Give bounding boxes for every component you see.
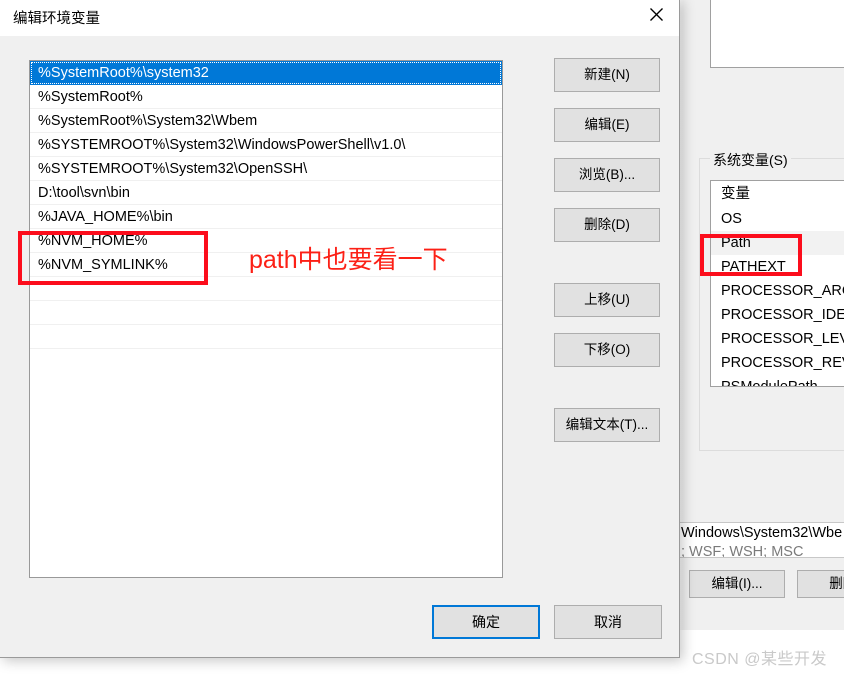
delete-button[interactable]: 删除(D) xyxy=(554,208,660,242)
edit-button[interactable]: 编辑(E) xyxy=(554,108,660,142)
path-entry-row[interactable]: D:\tool\svn\bin xyxy=(30,181,502,205)
path-entry-row[interactable]: %SystemRoot%\system32 xyxy=(30,61,502,85)
system-var-row-pathext[interactable]: PATHEXT xyxy=(711,255,844,279)
edit-environment-variable-dialog: 编辑环境变量 %SystemRoot%\system32 %SystemRoot… xyxy=(0,0,680,658)
screenshot-root: TEMP TMP 系统变量(S) 变量 OS Path PATHEXT PROC… xyxy=(0,0,844,675)
user-variables-listbox[interactable]: TEMP TMP xyxy=(710,0,844,68)
system-var-row-processor-revision[interactable]: PROCESSOR_REVI xyxy=(711,351,844,375)
background-env-vars-window: TEMP TMP 系统变量(S) 变量 OS Path PATHEXT PROC… xyxy=(676,0,844,630)
value-line-primary: Windows\System32\Wbe xyxy=(681,525,843,541)
path-entry-row[interactable]: %SYSTEMROOT%\System32\WindowsPowerShell\… xyxy=(30,133,502,157)
system-var-row-processor-arch[interactable]: PROCESSOR_ARC xyxy=(711,279,844,303)
background-value-preview: Windows\System32\Wbe ; WSF; WSH; MSC xyxy=(677,522,844,558)
close-icon[interactable] xyxy=(633,0,679,30)
new-button[interactable]: 新建(N) xyxy=(554,58,660,92)
edit-text-button[interactable]: 编辑文本(T)... xyxy=(554,408,660,442)
dialog-titlebar: 编辑环境变量 xyxy=(0,0,679,36)
edit-text-button-label: 编辑文本(T)... xyxy=(565,417,649,432)
move-down-button-label: 下移(O) xyxy=(583,342,631,357)
system-var-row-path[interactable]: Path xyxy=(711,231,844,255)
path-entry-row[interactable]: %SystemRoot%\System32\Wbem xyxy=(30,109,502,133)
system-variables-listbox[interactable]: 变量 OS Path PATHEXT PROCESSOR_ARC PROCESS… xyxy=(710,180,844,387)
value-line-secondary: ; WSF; WSH; MSC xyxy=(681,544,804,558)
move-down-button[interactable]: 下移(O) xyxy=(554,333,660,367)
delete-button-label: 删除(D) xyxy=(584,217,630,232)
system-var-row-processor-level[interactable]: PROCESSOR_LEVE xyxy=(711,327,844,351)
new-button-label: 新建(N) xyxy=(584,67,630,82)
edit-button-label: 编辑(E) xyxy=(584,117,630,132)
system-var-row-psmodulepath[interactable]: PSModulePath xyxy=(711,375,844,386)
path-entry-row[interactable]: %JAVA_HOME%\bin xyxy=(30,205,502,229)
path-entry-empty-row[interactable] xyxy=(30,325,502,349)
system-var-row-processor-identifier[interactable]: PROCESSOR_IDEN xyxy=(711,303,844,327)
csdn-watermark: CSDN @某些开发 xyxy=(692,651,828,668)
path-entries-listbox[interactable]: %SystemRoot%\system32 %SystemRoot% %Syst… xyxy=(29,60,503,578)
ok-button[interactable]: 确定 xyxy=(432,605,540,639)
path-entry-empty-row[interactable] xyxy=(30,277,502,301)
bg-delete-button[interactable]: 删除( xyxy=(797,570,844,598)
path-entry-row[interactable]: %SystemRoot% xyxy=(30,85,502,109)
system-var-row-os[interactable]: OS xyxy=(711,207,844,231)
path-entry-empty-row[interactable] xyxy=(30,301,502,325)
background-button-row: 编辑(I)... 删除( xyxy=(689,570,844,598)
cancel-button[interactable]: 取消 xyxy=(554,605,662,639)
browse-button-label: 浏览(B)... xyxy=(578,167,636,182)
system-variables-label: 系统变量(S) xyxy=(710,150,791,170)
browse-button[interactable]: 浏览(B)... xyxy=(554,158,660,192)
annotation-note-text: path中也要看一下 xyxy=(249,246,448,274)
dialog-title: 编辑环境变量 xyxy=(13,11,100,27)
column-header-variable: 变量 xyxy=(711,181,844,207)
move-up-button[interactable]: 上移(U) xyxy=(554,283,660,317)
move-up-button-label: 上移(U) xyxy=(584,292,630,307)
path-entry-row[interactable]: %SYSTEMROOT%\System32\OpenSSH\ xyxy=(30,157,502,181)
bg-edit-button[interactable]: 编辑(I)... xyxy=(689,570,785,598)
